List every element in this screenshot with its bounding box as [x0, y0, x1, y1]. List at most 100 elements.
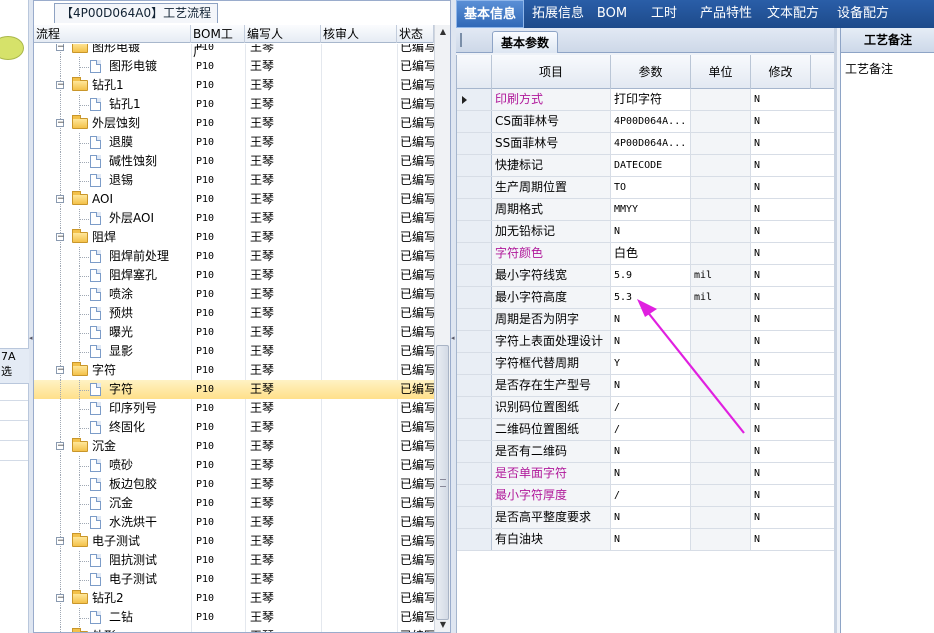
tree-step-row[interactable]: 阻焊塞孔 P10 王琴 已编写: [34, 266, 434, 285]
grid-cell-param[interactable]: N: [611, 221, 691, 242]
grid-cell-modify[interactable]: N: [751, 265, 835, 286]
row-indicator[interactable]: [457, 309, 492, 330]
row-indicator[interactable]: [457, 111, 492, 132]
scroll-down-icon[interactable]: ▼: [436, 618, 450, 632]
grid-cell-modify[interactable]: N: [751, 89, 835, 110]
tree-step-row[interactable]: 板边包胶 P10 王琴 已编写: [34, 475, 434, 494]
grid-col-modify[interactable]: 修改: [751, 55, 811, 89]
row-indicator[interactable]: [457, 199, 492, 220]
tree-step-row[interactable]: 外层AOI P10 王琴 已编写: [34, 209, 434, 228]
grid-cell-modify[interactable]: N: [751, 353, 835, 374]
grid-col-item[interactable]: 项目: [492, 55, 611, 89]
tree-step-row[interactable]: 二钻 P10 王琴 已编写: [34, 608, 434, 627]
row-indicator[interactable]: [457, 441, 492, 462]
grid-cell-unit[interactable]: [691, 243, 751, 264]
tree-step-row[interactable]: 预烘 P10 王琴 已编写: [34, 304, 434, 323]
grid-cell-modify[interactable]: N: [751, 287, 835, 308]
grid-cell-param[interactable]: N: [611, 375, 691, 396]
grid-cell-param[interactable]: 5.9: [611, 265, 691, 286]
row-indicator[interactable]: [457, 529, 492, 550]
collapse-icon[interactable]: −: [56, 366, 65, 375]
grid-cell-param[interactable]: N: [611, 507, 691, 528]
grid-right-splitter[interactable]: [834, 28, 837, 633]
tree-group-row[interactable]: − 字符 P10 王琴 已编写: [34, 361, 434, 380]
row-indicator[interactable]: [457, 463, 492, 484]
tree-step-row[interactable]: 钻孔1 P10 王琴 已编写: [34, 95, 434, 114]
tree-col-writer[interactable]: 编写人: [245, 25, 321, 43]
row-indicator[interactable]: [457, 353, 492, 374]
tree-step-row[interactable]: 喷涂 P10 王琴 已编写: [34, 285, 434, 304]
grid-row[interactable]: 印刷方式 打印字符 N: [457, 89, 835, 111]
tree-step-row[interactable]: 沉金 P10 王琴 已编写: [34, 494, 434, 513]
grid-cell-modify[interactable]: N: [751, 441, 835, 462]
grid-row[interactable]: 最小字符高度 5.3 mil N: [457, 287, 835, 309]
grid-cell-unit[interactable]: [691, 199, 751, 220]
tree-step-row[interactable]: 水洗烘干 P10 王琴 已编写: [34, 513, 434, 532]
grid-cell-unit[interactable]: mil: [691, 287, 751, 308]
row-indicator[interactable]: [457, 419, 492, 440]
scroll-up-icon[interactable]: ▲: [436, 25, 450, 39]
tree-step-row[interactable]: 阻抗测试 P10 王琴 已编写: [34, 551, 434, 570]
grid-cell-param[interactable]: N: [611, 463, 691, 484]
grid-cell-unit[interactable]: [691, 507, 751, 528]
grid-cell-param[interactable]: N: [611, 309, 691, 330]
tree-group-row[interactable]: − 图形电镀 P10 王琴 已编写: [34, 44, 434, 57]
grid-cell-unit[interactable]: [691, 309, 751, 330]
tree-col-process[interactable]: 流程: [34, 25, 191, 43]
tree-step-row[interactable]: 印序列号 P10 王琴 已编写: [34, 399, 434, 418]
collapse-icon[interactable]: −: [56, 442, 65, 451]
tree-step-row[interactable]: 曝光 P10 王琴 已编写: [34, 323, 434, 342]
tree-group-row[interactable]: −外形P10王琴已编写: [34, 627, 434, 632]
tree-step-row[interactable]: 阻焊前处理 P10 王琴 已编写: [34, 247, 434, 266]
grid-cell-modify[interactable]: N: [751, 397, 835, 418]
collapse-icon[interactable]: −: [56, 44, 65, 52]
tree-group-row[interactable]: − 电子测试 P10 王琴 已编写: [34, 532, 434, 551]
grid-cell-modify[interactable]: N: [751, 463, 835, 484]
row-indicator[interactable]: [457, 243, 492, 264]
grid-cell-param[interactable]: 打印字符: [611, 89, 691, 110]
grid-cell-modify[interactable]: N: [751, 155, 835, 176]
tree-step-row[interactable]: 图形电镀 P10 王琴 已编写: [34, 57, 434, 76]
tree-group-row[interactable]: − AOI P10 王琴 已编写: [34, 190, 434, 209]
grid-cell-param[interactable]: Y: [611, 353, 691, 374]
grid-cell-param[interactable]: 4P00D064A...: [611, 133, 691, 154]
grid-row[interactable]: 周期是否为阴字 N N: [457, 309, 835, 331]
collapse-icon[interactable]: −: [56, 233, 65, 242]
grid-row[interactable]: CS面菲林号 4P00D064A... N: [457, 111, 835, 133]
tab-equipment-recipe[interactable]: 设备配方: [819, 0, 907, 28]
grid-cell-unit[interactable]: [691, 353, 751, 374]
grid-cell-unit[interactable]: [691, 221, 751, 242]
tree-group-row[interactable]: − 外层蚀刻 P10 王琴 已编写: [34, 114, 434, 133]
grid-row[interactable]: 是否高平整度要求 N N: [457, 507, 835, 529]
grid-row[interactable]: SS面菲林号 4P00D064A... N: [457, 133, 835, 155]
grid-cell-param[interactable]: DATECODE: [611, 155, 691, 176]
grid-cell-modify[interactable]: N: [751, 507, 835, 528]
row-indicator[interactable]: [457, 155, 492, 176]
grid-cell-modify[interactable]: N: [751, 133, 835, 154]
grid-row[interactable]: 二维码位置图纸 / N: [457, 419, 835, 441]
tree-step-row[interactable]: 终固化 P10 王琴 已编写: [34, 418, 434, 437]
tree-step-row[interactable]: 碱性蚀刻 P10 王琴 已编写: [34, 152, 434, 171]
grid-cell-modify[interactable]: N: [751, 331, 835, 352]
collapse-icon[interactable]: −: [56, 119, 65, 128]
tree-scrollbar[interactable]: ▲ ▼: [434, 25, 450, 632]
grid-col-param[interactable]: 参数: [611, 55, 691, 89]
tree-step-row[interactable]: 退膜 P10 王琴 已编写: [34, 133, 434, 152]
grid-cell-unit[interactable]: [691, 397, 751, 418]
grid-cell-param[interactable]: 4P00D064A...: [611, 111, 691, 132]
row-indicator[interactable]: [457, 89, 492, 110]
grid-cell-modify[interactable]: N: [751, 419, 835, 440]
grid-cell-param[interactable]: TO: [611, 177, 691, 198]
row-indicator[interactable]: [457, 507, 492, 528]
grid-row[interactable]: 字符颜色 白色 N: [457, 243, 835, 265]
grid-row[interactable]: 生产周期位置 TO N: [457, 177, 835, 199]
grid-cell-param[interactable]: 白色: [611, 243, 691, 264]
tree-group-row[interactable]: − 钻孔1 P10 王琴 已编写: [34, 76, 434, 95]
collapse-icon[interactable]: −: [56, 594, 65, 603]
grid-col-unit[interactable]: 单位: [691, 55, 751, 89]
grid-cell-unit[interactable]: mil: [691, 265, 751, 286]
scroll-thumb[interactable]: [436, 345, 449, 620]
grid-row[interactable]: 是否存在生产型号 N N: [457, 375, 835, 397]
grid-cell-modify[interactable]: N: [751, 199, 835, 220]
grid-cell-param[interactable]: /: [611, 485, 691, 506]
